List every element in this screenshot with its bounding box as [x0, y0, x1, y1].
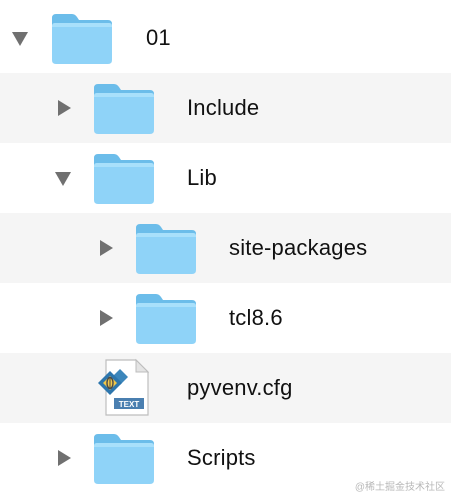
disclosure-triangle-collapsed-icon[interactable]: [100, 310, 113, 326]
tree-row-tcl8-6[interactable]: tcl8.6: [0, 283, 451, 353]
folder-icon: [92, 150, 156, 206]
tree-row-lib[interactable]: Lib: [0, 143, 451, 213]
tree-row-site-packages[interactable]: site-packages: [0, 213, 451, 283]
tree-item-label: pyvenv.cfg: [187, 375, 293, 400]
tree-item-label: Scripts: [187, 445, 256, 470]
tree-item-label: 01: [146, 25, 171, 50]
folder-icon: [92, 430, 156, 486]
disclosure-triangle-expanded-icon[interactable]: [55, 172, 71, 186]
tree-item-label: tcl8.6: [229, 305, 283, 330]
disclosure-triangle-expanded-icon[interactable]: [12, 32, 28, 46]
tree-item-label: Lib: [187, 165, 217, 190]
text-file-icon: TEXT: [98, 358, 150, 416]
disclosure-triangle-collapsed-icon[interactable]: [58, 450, 71, 466]
disclosure-triangle-collapsed-icon[interactable]: [58, 100, 71, 116]
folder-icon: [134, 290, 198, 346]
file-tree: 01 Include Lib site-packages tcl8.6 TEXT…: [0, 0, 451, 496]
disclosure-triangle-collapsed-icon[interactable]: [100, 240, 113, 256]
folder-icon: [50, 10, 114, 66]
tree-row-01[interactable]: 01: [0, 3, 451, 73]
tree-item-label: site-packages: [229, 235, 368, 260]
tree-row-include[interactable]: Include: [0, 73, 451, 143]
file-type-badge: TEXT: [119, 400, 140, 409]
tree-item-label: Include: [187, 95, 260, 120]
folder-icon: [92, 80, 156, 136]
folder-icon: [134, 220, 198, 276]
watermark: @稀土掘金技术社区: [354, 482, 445, 493]
tree-row-pyvenv-cfg[interactable]: TEXT pyvenv.cfg: [0, 353, 451, 423]
